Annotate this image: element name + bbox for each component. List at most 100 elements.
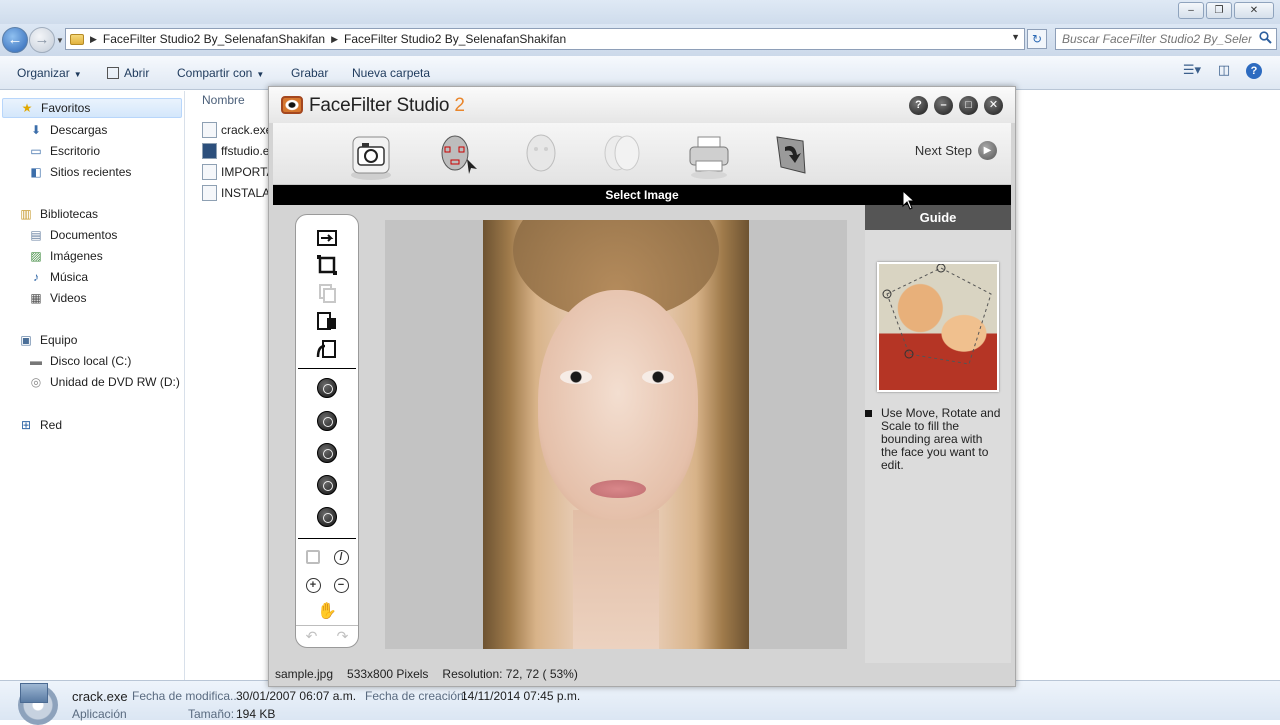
breadcrumb-item[interactable]: FaceFilter Studio2 By_SelenafanShakifan xyxy=(344,32,566,46)
flip-tool[interactable] xyxy=(314,309,340,333)
app-version: 2 xyxy=(454,95,465,116)
search-icon[interactable] xyxy=(1259,31,1272,44)
no-entry-icon: / xyxy=(333,549,349,565)
nav-label: Imágenes xyxy=(50,249,103,263)
back-button[interactable]: ← xyxy=(2,27,28,53)
close-button[interactable]: ✕ xyxy=(1234,2,1274,19)
chevron-right-icon[interactable]: ▶ xyxy=(331,34,338,45)
nav-computer[interactable]: ▣ Equipo xyxy=(18,332,77,348)
burn-button[interactable]: Grabar xyxy=(291,66,328,80)
minimize-button[interactable]: – xyxy=(934,96,953,115)
details-size-value: 194 KB xyxy=(236,707,276,721)
nav-label: Documentos xyxy=(50,228,118,242)
image-canvas[interactable] xyxy=(385,220,847,649)
navigation-pane: ★ Favoritos ⬇ Descargas ▭ Escritorio ◧ Sitio… xyxy=(0,91,185,680)
maximize-button[interactable]: ❐ xyxy=(1206,2,1232,19)
color-tool[interactable] xyxy=(314,473,340,497)
nav-recent[interactable]: ◧ Sitios recientes xyxy=(28,164,131,180)
nav-dvd[interactable]: ◎ Unidad de DVD RW (D:) xyxy=(28,374,180,390)
breadcrumb-item[interactable]: FaceFilter Studio2 By_SelenafanShakifan xyxy=(103,32,325,46)
step-adjust-features[interactable] xyxy=(433,127,481,181)
list-item[interactable]: ffstudio.exe xyxy=(202,143,272,159)
nav-favorites[interactable]: ★ Favoritos xyxy=(2,98,182,118)
nav-label: Unidad de DVD RW (D:) xyxy=(50,375,180,389)
nav-label: Bibliotecas xyxy=(40,207,99,221)
details-modified-value: 30/01/2007 06:07 a.m. xyxy=(236,689,357,703)
file-name: ffstudio.exe xyxy=(221,144,272,158)
step-morph[interactable] xyxy=(597,127,645,181)
nav-label: Música xyxy=(50,270,89,284)
minimize-button[interactable]: – xyxy=(1178,2,1204,19)
nav-downloads[interactable]: ⬇ Descargas xyxy=(28,122,107,138)
search-input[interactable] xyxy=(1062,29,1252,49)
pan-tool[interactable]: ✋ xyxy=(314,599,340,623)
window-controls: – ❐ ✕ xyxy=(1178,2,1274,19)
nav-documents[interactable]: ▤ Documentos xyxy=(28,227,117,243)
rotate-tool[interactable] xyxy=(314,337,340,361)
balance-tool[interactable] xyxy=(314,441,340,465)
brightness-tool[interactable] xyxy=(314,376,340,400)
step-print[interactable] xyxy=(685,127,733,181)
library-icon: ▥ xyxy=(20,207,32,221)
crop-icon xyxy=(317,255,337,275)
copy-tool[interactable] xyxy=(314,281,340,305)
file-name: crack.exe xyxy=(221,123,272,137)
refresh-button[interactable]: ↻ xyxy=(1027,29,1047,49)
music-icon: ♪ xyxy=(33,270,39,284)
list-item[interactable]: IMPORTANTE xyxy=(202,164,272,180)
zoom-out-tool[interactable]: − xyxy=(328,573,354,597)
next-step-button[interactable]: Next Step ▶ xyxy=(915,141,997,160)
folder-icon xyxy=(70,33,84,45)
app-window-controls: ? – □ ✕ xyxy=(909,96,1003,115)
maximize-button[interactable]: □ xyxy=(959,96,978,115)
nav-network[interactable]: ⊞ Red xyxy=(18,417,62,433)
nav-images[interactable]: ▨ Imágenes xyxy=(28,248,103,264)
sharpen-tool[interactable] xyxy=(314,409,340,433)
step-export[interactable] xyxy=(767,127,815,181)
zoom-in-tool[interactable]: + xyxy=(300,573,326,597)
forward-button[interactable]: → xyxy=(29,27,55,53)
share-menu[interactable]: Compartir con ▼ xyxy=(177,66,264,80)
recent-pages-dropdown[interactable]: ▼ xyxy=(56,36,64,45)
step-edit-face[interactable] xyxy=(517,127,565,181)
fit-tool[interactable] xyxy=(300,545,326,569)
nav-local-disk[interactable]: ▬ Disco local (C:) xyxy=(28,353,131,369)
videos-icon: ▦ xyxy=(30,291,42,305)
help-icon[interactable]: ? xyxy=(1246,63,1262,79)
redo-icon[interactable]: ↷ xyxy=(337,628,349,645)
guide-panel: Guide Use Move, Rotate and Scale to fill… xyxy=(865,205,1011,663)
close-button[interactable]: ✕ xyxy=(984,96,1003,115)
redeye-tool[interactable] xyxy=(314,505,340,529)
tool-divider xyxy=(298,368,356,369)
open-image-tool[interactable] xyxy=(314,225,340,249)
chevron-right-icon[interactable]: ▶ xyxy=(90,34,97,45)
view-controls: ☰▾ ◫ ? xyxy=(1182,62,1280,80)
chevron-down-icon[interactable]: ▼ xyxy=(1011,32,1020,42)
preview-pane-icon[interactable]: ◫ xyxy=(1214,62,1234,80)
nav-music[interactable]: ♪ Música xyxy=(28,269,88,285)
nav-libraries[interactable]: ▥ Bibliotecas xyxy=(18,206,98,222)
new-folder-button[interactable]: Nueva carpeta xyxy=(352,66,430,80)
details-size-label: Tamaño: xyxy=(188,707,235,721)
list-item[interactable]: INSTALAR xyxy=(202,185,272,201)
organize-menu[interactable]: Organizar ▼ xyxy=(17,66,82,80)
list-item[interactable]: crack.exe xyxy=(202,122,272,138)
open-icon xyxy=(107,67,119,79)
crop-tool[interactable] xyxy=(314,253,340,277)
nav-desktop[interactable]: ▭ Escritorio xyxy=(28,143,100,159)
reset-tool[interactable]: / xyxy=(328,545,354,569)
balance-icon xyxy=(317,443,337,463)
command-bar: Organizar ▼ Abrir Compartir con ▼ Grabar N… xyxy=(0,56,1280,90)
address-bar[interactable]: ▶ FaceFilter Studio2 By_SelenafanShakifa… xyxy=(65,28,1025,50)
step-select-image[interactable] xyxy=(347,127,395,181)
undo-icon[interactable]: ↶ xyxy=(306,628,318,645)
help-button[interactable]: ? xyxy=(909,96,928,115)
open-button[interactable]: Abrir xyxy=(107,66,149,80)
nav-label: Descargas xyxy=(50,123,108,137)
view-options-icon[interactable]: ☰▾ xyxy=(1182,62,1202,80)
brightness-icon xyxy=(317,378,337,398)
search-box[interactable] xyxy=(1055,28,1277,50)
photo-eye-left xyxy=(560,370,592,384)
nav-videos[interactable]: ▦ Videos xyxy=(28,290,86,306)
column-header-name[interactable]: Nombre xyxy=(202,93,245,107)
